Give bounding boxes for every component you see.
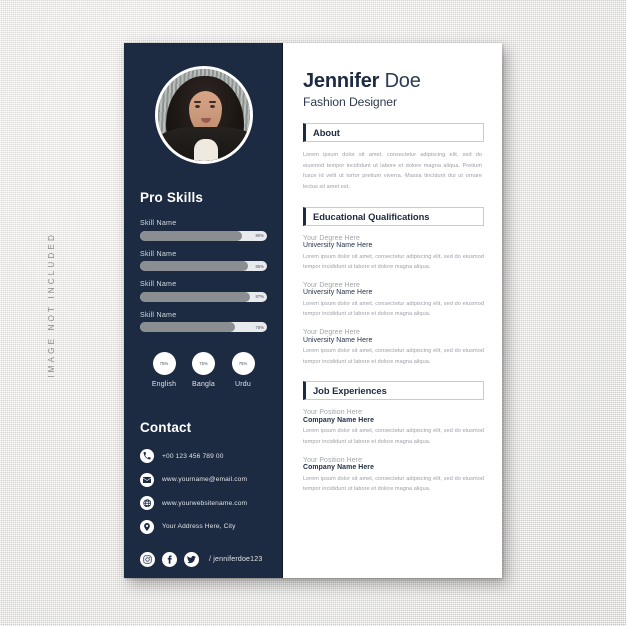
skill-item: Skill Name 75%	[140, 310, 267, 332]
skill-progress-fill	[140, 322, 236, 332]
social-handle-text: / jenniferdoe123	[209, 555, 263, 563]
skill-label: Skill Name	[140, 280, 177, 288]
skill-progress-track: 75%	[140, 322, 267, 332]
photo-brow-left	[193, 101, 201, 103]
skill-progress-track: 85%	[140, 261, 267, 271]
languages-list: 75% English 75% Bangla 75% Urdu	[140, 352, 267, 388]
contact-section: Contact +00 123 456 789 00 www.yourname@…	[140, 420, 267, 534]
skill-percent: 80%	[255, 233, 264, 238]
education-entry: Your Degree Here University Name Here Lo…	[303, 235, 484, 273]
university-label: University Name Here	[303, 289, 373, 297]
education-entry: Your Degree Here University Name Here Lo…	[303, 282, 484, 320]
skill-label: Skill Name	[140, 219, 177, 227]
education-description: Lorem ipsum dolor sit amet, consectetur …	[303, 253, 484, 271]
university-label: University Name Here	[303, 336, 373, 344]
experience-description: Lorem ipsum dolor sit amet, consectetur …	[303, 428, 484, 446]
degree-label: Your Degree Here	[303, 281, 360, 289]
skill-progress-track: 87%	[140, 291, 267, 302]
about-heading: About	[313, 127, 340, 138]
photo-brow-right	[208, 101, 216, 103]
contact-address-text: Your Address Here, City	[162, 523, 236, 530]
skill-progress-track: 80%	[140, 230, 267, 241]
education-heading: Educational Qualifications	[313, 210, 430, 222]
skill-progress-fill	[140, 230, 242, 241]
experience-entries: Your Position Here Company Name Here Lor…	[303, 409, 484, 495]
language-percent: 75%	[152, 352, 176, 375]
skills-list: Skill Name 80% Skill Name 85% Skill Name	[140, 219, 267, 332]
language-item: 75% Urdu	[224, 352, 262, 388]
globe-icon	[140, 496, 154, 510]
skill-label: Skill Name	[140, 310, 177, 319]
experience-entry: Your Position Here Company Name Here Lor…	[303, 457, 484, 495]
pro-skills-heading: Pro Skills	[140, 190, 204, 205]
envelope-icon	[140, 472, 154, 487]
language-label: Urdu	[235, 381, 251, 388]
experience-entry: Your Position Here Company Name Here Lor…	[303, 409, 484, 447]
skill-item: Skill Name 80%	[140, 219, 267, 241]
location-pin-icon	[140, 519, 154, 534]
skill-percent: 87%	[255, 294, 264, 299]
contact-row-phone: +00 123 456 789 00	[140, 449, 267, 463]
first-name: Jennifer	[303, 70, 380, 92]
page-title: Jennifer Doe	[303, 70, 484, 93]
section-header-about: About	[303, 123, 484, 142]
profile-photo	[154, 66, 253, 164]
degree-label: Your Degree Here	[303, 234, 360, 242]
contact-row-email: www.yourname@email.com	[140, 472, 267, 487]
company-label: Company Name Here	[303, 416, 375, 424]
language-item: 75% English	[145, 352, 183, 388]
last-name: Doe	[384, 70, 421, 92]
skill-progress-fill	[140, 261, 248, 271]
section-header-experience: Job Experiences	[303, 381, 484, 401]
contact-phone-text: +00 123 456 789 00	[162, 452, 224, 460]
experience-description: Lorem ipsum dolor sit amet, consectetur …	[303, 475, 484, 493]
facebook-icon[interactable]	[162, 551, 177, 567]
photo-eye-right	[209, 105, 215, 108]
section-header-education: Educational Qualifications	[303, 206, 484, 226]
job-title: Fashion Designer	[303, 95, 397, 109]
skill-percent: 75%	[255, 324, 264, 330]
about-text: Lorem ipsum dolor sit amet, consectetur …	[303, 152, 482, 190]
position-label: Your Position Here	[303, 456, 363, 464]
language-label: English	[151, 381, 177, 388]
company-label: Company Name Here	[303, 464, 375, 472]
university-label: University Name Here	[303, 242, 373, 250]
skill-item: Skill Name 85%	[140, 249, 267, 271]
language-item: 75% Bangla	[185, 352, 223, 388]
education-entry: Your Degree Here University Name Here Lo…	[303, 329, 484, 367]
contact-email-text: www.yourname@email.com	[162, 476, 248, 483]
pro-skills-section: Pro Skills Skill Name 80% Skill Name 85%	[140, 190, 267, 332]
skill-item: Skill Name 87%	[140, 280, 267, 302]
contact-heading: Contact	[140, 420, 192, 435]
skill-percent: 85%	[255, 263, 264, 269]
instagram-icon[interactable]	[140, 551, 155, 567]
education-description: Lorem ipsum dolor sit amet, consectetur …	[303, 348, 484, 365]
education-description: Lorem ipsum dolor sit amet, consectetur …	[303, 300, 484, 318]
contact-row-website: www.yourwebsitename.com	[140, 496, 267, 510]
position-label: Your Position Here	[303, 409, 363, 417]
degree-label: Your Degree Here	[303, 329, 360, 337]
main-content: Jennifer Doe Fashion Designer About Lore…	[283, 43, 502, 578]
image-not-included-watermark: IMAGE NOT INCLUDED	[47, 232, 56, 378]
skill-progress-fill	[140, 291, 251, 302]
skill-label: Skill Name	[140, 249, 177, 258]
language-label: Bangla	[192, 381, 215, 388]
language-percent: 75%	[231, 352, 255, 375]
phone-icon	[140, 449, 154, 463]
social-links: / jenniferdoe123	[140, 551, 267, 567]
education-entries: Your Degree Here University Name Here Lo…	[303, 235, 484, 368]
contact-website-text: www.yourwebsitename.com	[162, 499, 248, 507]
experience-heading: Job Experiences	[313, 385, 387, 397]
sidebar: Pro Skills Skill Name 80% Skill Name 85%	[124, 43, 283, 578]
resume-page: Pro Skills Skill Name 80% Skill Name 85%	[124, 43, 502, 578]
photo-eye-left	[194, 105, 200, 108]
contact-list: +00 123 456 789 00 www.yourname@email.co…	[140, 449, 267, 534]
contact-row-address: Your Address Here, City	[140, 519, 267, 534]
language-percent: 75%	[192, 352, 215, 375]
photo-top	[193, 139, 218, 161]
twitter-icon[interactable]	[184, 551, 199, 567]
